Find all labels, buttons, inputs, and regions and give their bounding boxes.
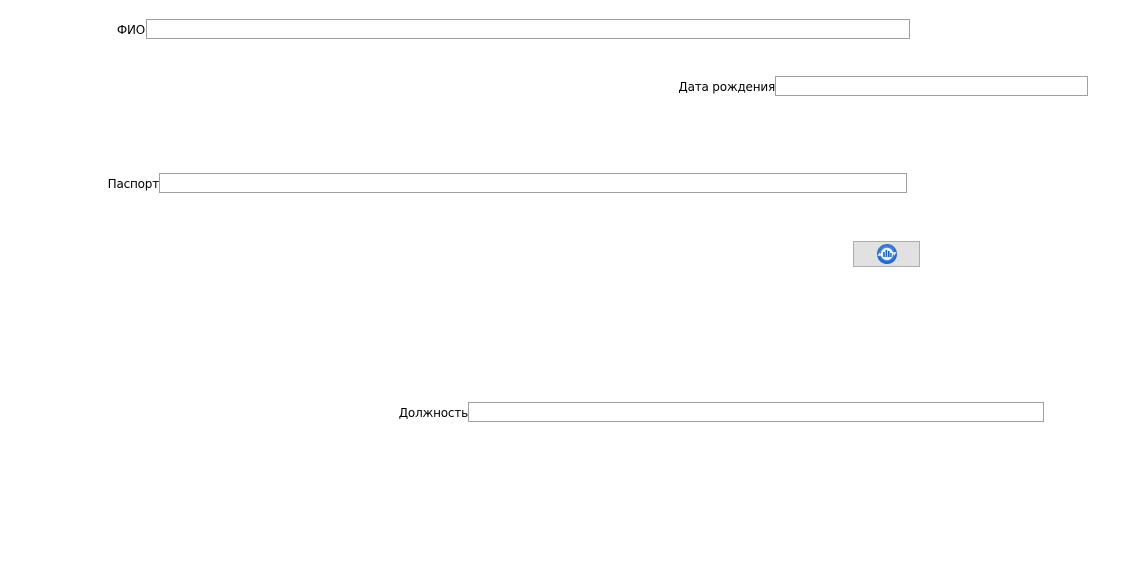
position-label: Должность [398,406,468,420]
passport-input[interactable] [159,173,907,193]
refresh-button[interactable] [853,241,920,267]
fio-input[interactable] [146,19,910,39]
passport-label: Паспорт [107,177,160,191]
birth-date-input[interactable] [775,76,1088,96]
fio-label: ФИО [116,23,145,37]
position-input[interactable] [468,402,1044,422]
birth-date-label: Дата рождения [678,80,775,94]
refresh-icon [876,244,897,264]
